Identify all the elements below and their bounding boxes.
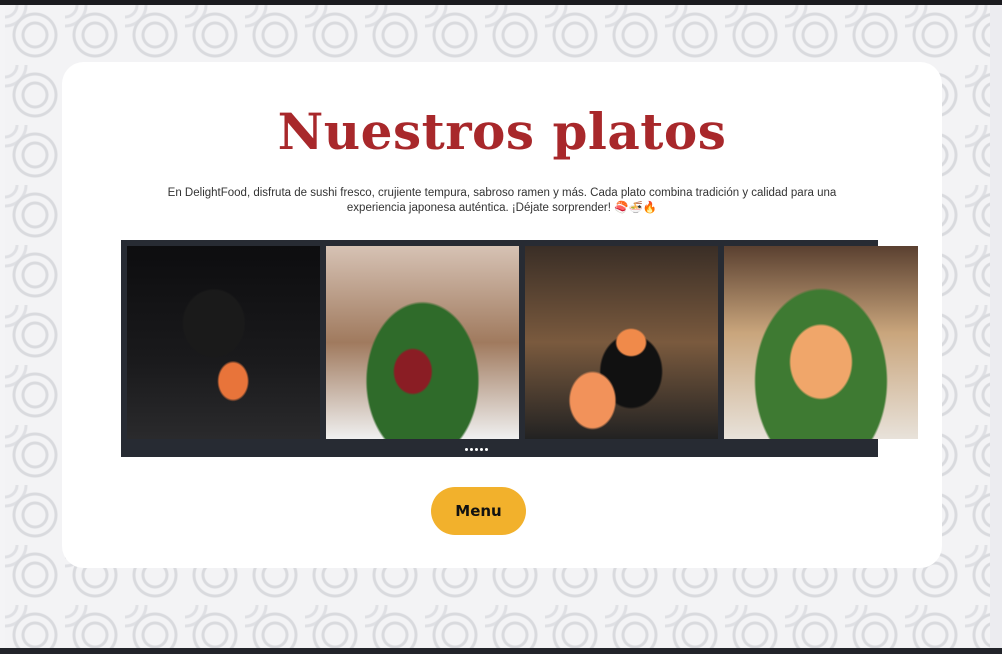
slide-shrimp-nigiri[interactable] — [525, 246, 718, 439]
slide-salmon-nigiri[interactable] — [127, 246, 320, 439]
section-description: En DelightFood, disfruta de sushi fresco… — [167, 187, 837, 214]
carousel-dot[interactable] — [465, 448, 468, 451]
section-title: Nuestros platos — [277, 102, 727, 161]
slide-tuna-nigiri[interactable] — [326, 246, 519, 439]
carousel-dot[interactable] — [485, 448, 488, 451]
slide-seared-salmon[interactable] — [724, 246, 918, 439]
carousel-dots[interactable] — [465, 448, 488, 451]
dishes-section-card: Nuestros platos En DelightFood, disfruta… — [62, 62, 942, 568]
carousel-dot[interactable] — [480, 448, 483, 451]
scrollbar-track[interactable] — [990, 5, 1002, 648]
carousel-dot[interactable] — [470, 448, 473, 451]
menu-button[interactable]: Menu — [431, 487, 526, 535]
dishes-carousel[interactable] — [121, 240, 918, 457]
bottom-bar — [0, 648, 1002, 654]
carousel-dot[interactable] — [475, 448, 478, 451]
